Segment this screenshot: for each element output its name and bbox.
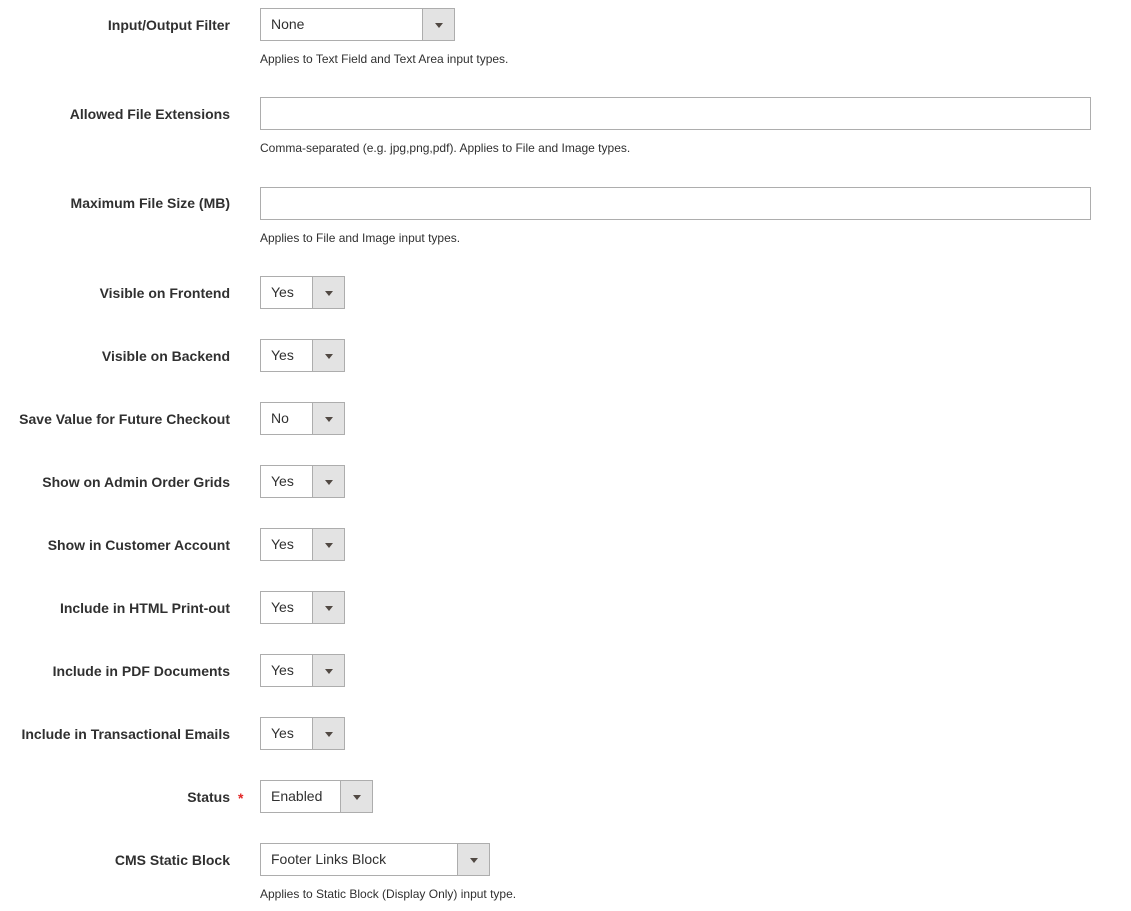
include-in-html-printout-select[interactable]: Yes [260, 591, 345, 624]
visible-on-backend-label: Visible on Backend [101, 348, 230, 364]
status-label: Status [187, 789, 230, 805]
maximum-file-size-label: Maximum File Size (MB) [70, 195, 230, 211]
select-value: Yes [271, 725, 294, 741]
chevron-down-icon [324, 605, 333, 611]
include-in-transactional-emails-select[interactable]: Yes [260, 717, 345, 750]
show-in-customer-account-label: Show in Customer Account [47, 537, 230, 553]
include-in-html-printout-label: Include in HTML Print-out [59, 600, 230, 616]
visible-on-backend-select[interactable]: Yes [260, 339, 345, 372]
select-value: Yes [271, 662, 294, 678]
allowed-file-extensions-label: Allowed File Extensions [69, 106, 230, 122]
select-value: Yes [271, 536, 294, 552]
maximum-file-size-input[interactable] [260, 187, 1091, 220]
save-value-future-checkout-select[interactable]: No [260, 402, 345, 435]
chevron-down-icon [324, 479, 333, 485]
include-in-transactional-emails-label: Include in Transactional Emails [21, 726, 230, 742]
include-in-pdf-documents-label: Include in PDF Documents [52, 663, 230, 679]
show-on-admin-order-grids-label: Show on Admin Order Grids [42, 474, 230, 490]
input-output-filter-note: Applies to Text Field and Text Area inpu… [260, 52, 509, 66]
select-value: Yes [271, 284, 294, 300]
cms-static-block-select[interactable]: Footer Links Block [260, 843, 490, 876]
input-output-filter-label: Input/Output Filter [107, 17, 230, 33]
input-output-filter-select[interactable]: None [260, 8, 455, 41]
chevron-down-icon [324, 731, 333, 737]
chevron-down-icon [324, 542, 333, 548]
show-on-admin-order-grids-select[interactable]: Yes [260, 465, 345, 498]
chevron-down-icon [324, 668, 333, 674]
chevron-down-icon [324, 416, 333, 422]
select-value: Yes [271, 347, 294, 363]
allowed-file-extensions-note: Comma-separated (e.g. jpg,png,pdf). Appl… [260, 141, 631, 155]
select-value: Yes [271, 473, 294, 489]
save-value-future-checkout-label: Save Value for Future Checkout [19, 411, 230, 427]
cms-static-block-note: Applies to Static Block (Display Only) i… [260, 887, 517, 901]
visible-on-frontend-label: Visible on Frontend [99, 285, 230, 301]
include-in-pdf-documents-select[interactable]: Yes [260, 654, 345, 687]
cms-static-block-label: CMS Static Block [114, 852, 230, 868]
maximum-file-size-note: Applies to File and Image input types. [260, 231, 461, 245]
select-value: Enabled [271, 788, 323, 804]
allowed-file-extensions-input[interactable] [260, 97, 1091, 130]
status-select[interactable]: Enabled [260, 780, 373, 813]
chevron-down-icon [324, 353, 333, 359]
chevron-down-icon [434, 22, 443, 28]
required-asterisk: * [238, 790, 244, 806]
select-value: Yes [271, 599, 294, 615]
select-value: No [271, 410, 289, 426]
chevron-down-icon [324, 290, 333, 296]
select-value: Footer Links Block [271, 851, 387, 867]
visible-on-frontend-select[interactable]: Yes [260, 276, 345, 309]
chevron-down-icon [352, 794, 361, 800]
show-in-customer-account-select[interactable]: Yes [260, 528, 345, 561]
chevron-down-icon [469, 857, 478, 863]
select-value: None [271, 16, 305, 32]
